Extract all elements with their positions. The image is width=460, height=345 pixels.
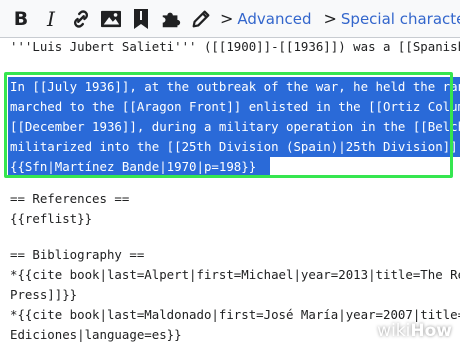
text-line: *{{cite book|last=Alpert|first=Michael|y…: [10, 267, 460, 282]
puzzle-icon[interactable]: [156, 4, 186, 34]
text-line: == Bibliography ==: [10, 247, 145, 262]
italic-button[interactable]: I: [36, 4, 66, 34]
bookmark-icon[interactable]: [126, 4, 156, 34]
advanced-menu[interactable]: > Advanced: [220, 9, 312, 28]
text-line: '''Luis Jubert Salieti''' ([[1900]]-[[19…: [10, 39, 460, 54]
advanced-label: Advanced: [237, 9, 312, 28]
text-line: Press]]}}: [10, 287, 78, 302]
chevron-right-icon: >: [220, 9, 234, 28]
wikihow-watermark: wikiHow: [377, 321, 452, 341]
green-highlight-box: [4, 72, 453, 178]
editor-toolbar: B I > Advanced > Special characters: [0, 0, 460, 38]
image-icon[interactable]: [96, 4, 126, 34]
text-line: == References ==: [10, 191, 130, 206]
text-line: {{reflist}}: [10, 211, 93, 226]
pencil-icon[interactable]: [186, 4, 216, 34]
special-characters-menu[interactable]: > Special characters: [324, 9, 460, 28]
chevron-right-icon: >: [323, 9, 337, 28]
link-icon[interactable]: [66, 4, 96, 34]
special-characters-label: Special characters: [340, 9, 460, 28]
bold-button[interactable]: B: [6, 4, 36, 34]
